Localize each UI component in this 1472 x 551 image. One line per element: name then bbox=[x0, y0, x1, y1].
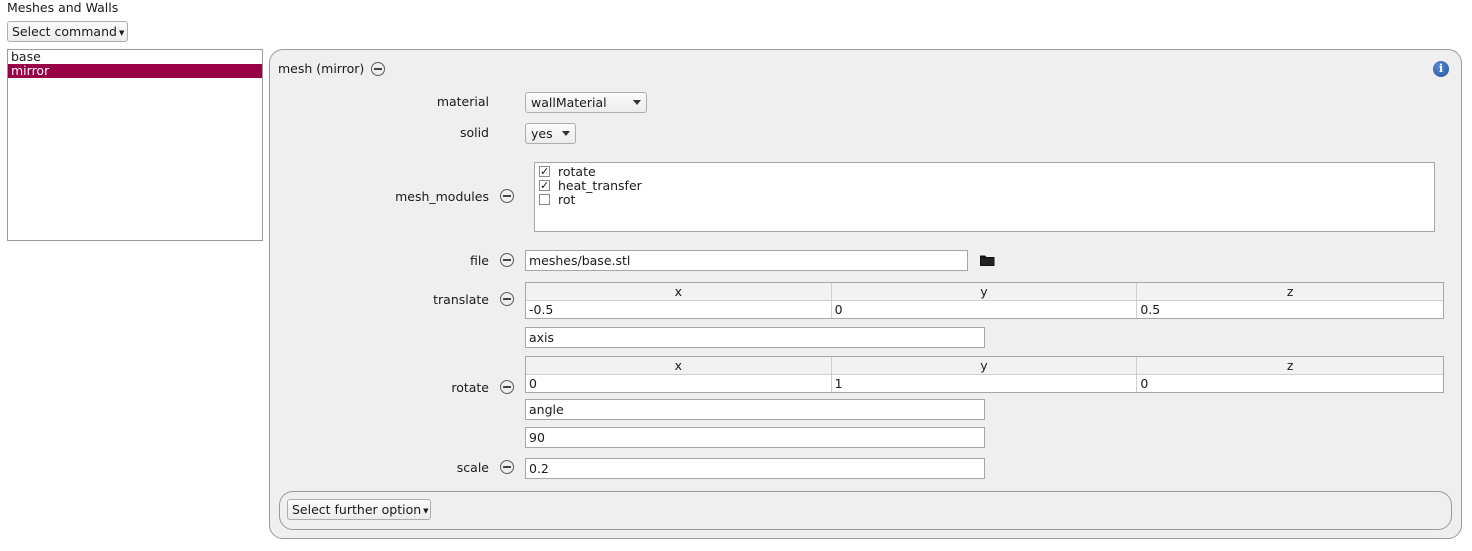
select-command-label: Select command bbox=[12, 24, 117, 39]
rotate-z-cell[interactable]: 0 bbox=[1137, 375, 1443, 392]
further-options-panel bbox=[279, 491, 1452, 530]
material-dropdown[interactable]: wallMaterial bbox=[525, 92, 647, 113]
select-further-option-label: Select further option bbox=[292, 502, 422, 517]
rotate-angle-field[interactable]: angle bbox=[525, 399, 985, 420]
translate-label: translate bbox=[433, 292, 489, 307]
module-label: heat_transfer bbox=[558, 177, 642, 193]
module-label: rot bbox=[558, 191, 576, 207]
column-header-z: z bbox=[1137, 357, 1443, 375]
select-further-option-button[interactable]: Select further option ▼ bbox=[287, 499, 431, 520]
mesh-modules-list: ✓ rotate ✓ heat_transfer rot bbox=[534, 162, 1435, 232]
translate-z-cell[interactable]: 0.5 bbox=[1137, 301, 1443, 318]
material-value: wallMaterial bbox=[531, 95, 607, 110]
scale-input[interactable]: 0.2 bbox=[525, 458, 985, 479]
panel-title: mesh (mirror) bbox=[278, 61, 365, 76]
translate-table: x y z -0.5 0 0.5 bbox=[525, 282, 1444, 319]
column-header-y: y bbox=[831, 283, 1138, 301]
rotate-y-cell[interactable]: 1 bbox=[832, 375, 1138, 392]
mesh-list[interactable]: base mirror bbox=[7, 49, 263, 241]
remove-file-icon[interactable] bbox=[500, 253, 514, 267]
column-header-x: x bbox=[526, 357, 832, 375]
chevron-down-icon: ▼ bbox=[423, 506, 429, 515]
module-item-rot[interactable]: rot bbox=[535, 191, 1434, 207]
rotate-label: rotate bbox=[451, 380, 489, 395]
rotate-axis-field[interactable]: axis bbox=[525, 327, 985, 348]
remove-mesh-icon[interactable] bbox=[371, 62, 385, 76]
chevron-down-icon bbox=[633, 100, 641, 105]
file-input[interactable]: meshes/base.stl bbox=[525, 250, 968, 271]
remove-mesh-modules-icon[interactable] bbox=[500, 189, 514, 203]
solid-value: yes bbox=[531, 126, 553, 141]
module-label: rotate bbox=[558, 163, 596, 179]
rotate-angle-value-input[interactable]: 90 bbox=[525, 427, 985, 448]
remove-rotate-icon[interactable] bbox=[500, 380, 514, 394]
chevron-down-icon: ▼ bbox=[118, 28, 125, 37]
solid-label: solid bbox=[459, 125, 489, 140]
info-icon[interactable]: i bbox=[1433, 61, 1449, 77]
module-item-heat-transfer[interactable]: ✓ heat_transfer bbox=[535, 177, 1434, 193]
material-label: material bbox=[436, 94, 489, 109]
module-item-rotate[interactable]: ✓ rotate bbox=[535, 163, 1434, 179]
rotate-axis-table: x y z 0 1 0 bbox=[525, 356, 1444, 393]
mesh-modules-label: mesh_modules bbox=[395, 189, 489, 204]
list-item-mirror[interactable]: mirror bbox=[8, 64, 262, 78]
chevron-down-icon bbox=[562, 131, 570, 136]
module-checkbox-rotate[interactable]: ✓ bbox=[539, 165, 550, 177]
column-header-x: x bbox=[526, 283, 832, 301]
select-command-button[interactable]: Select command ▼ bbox=[7, 21, 128, 42]
list-item-base[interactable]: base bbox=[8, 50, 262, 64]
file-label: file bbox=[469, 253, 489, 268]
column-header-y: y bbox=[831, 357, 1138, 375]
scale-label: scale bbox=[456, 460, 489, 475]
rotate-x-cell[interactable]: 0 bbox=[526, 375, 832, 392]
remove-translate-icon[interactable] bbox=[500, 292, 514, 306]
column-header-z: z bbox=[1137, 283, 1443, 301]
translate-y-cell[interactable]: 0 bbox=[832, 301, 1138, 318]
remove-scale-icon[interactable] bbox=[500, 460, 514, 474]
solid-dropdown[interactable]: yes bbox=[525, 123, 576, 144]
module-checkbox-heat-transfer[interactable]: ✓ bbox=[539, 179, 550, 191]
module-checkbox-rot[interactable] bbox=[539, 193, 550, 205]
folder-icon[interactable] bbox=[980, 254, 995, 269]
translate-x-cell[interactable]: -0.5 bbox=[526, 301, 832, 318]
section-title: Meshes and Walls bbox=[7, 0, 119, 15]
